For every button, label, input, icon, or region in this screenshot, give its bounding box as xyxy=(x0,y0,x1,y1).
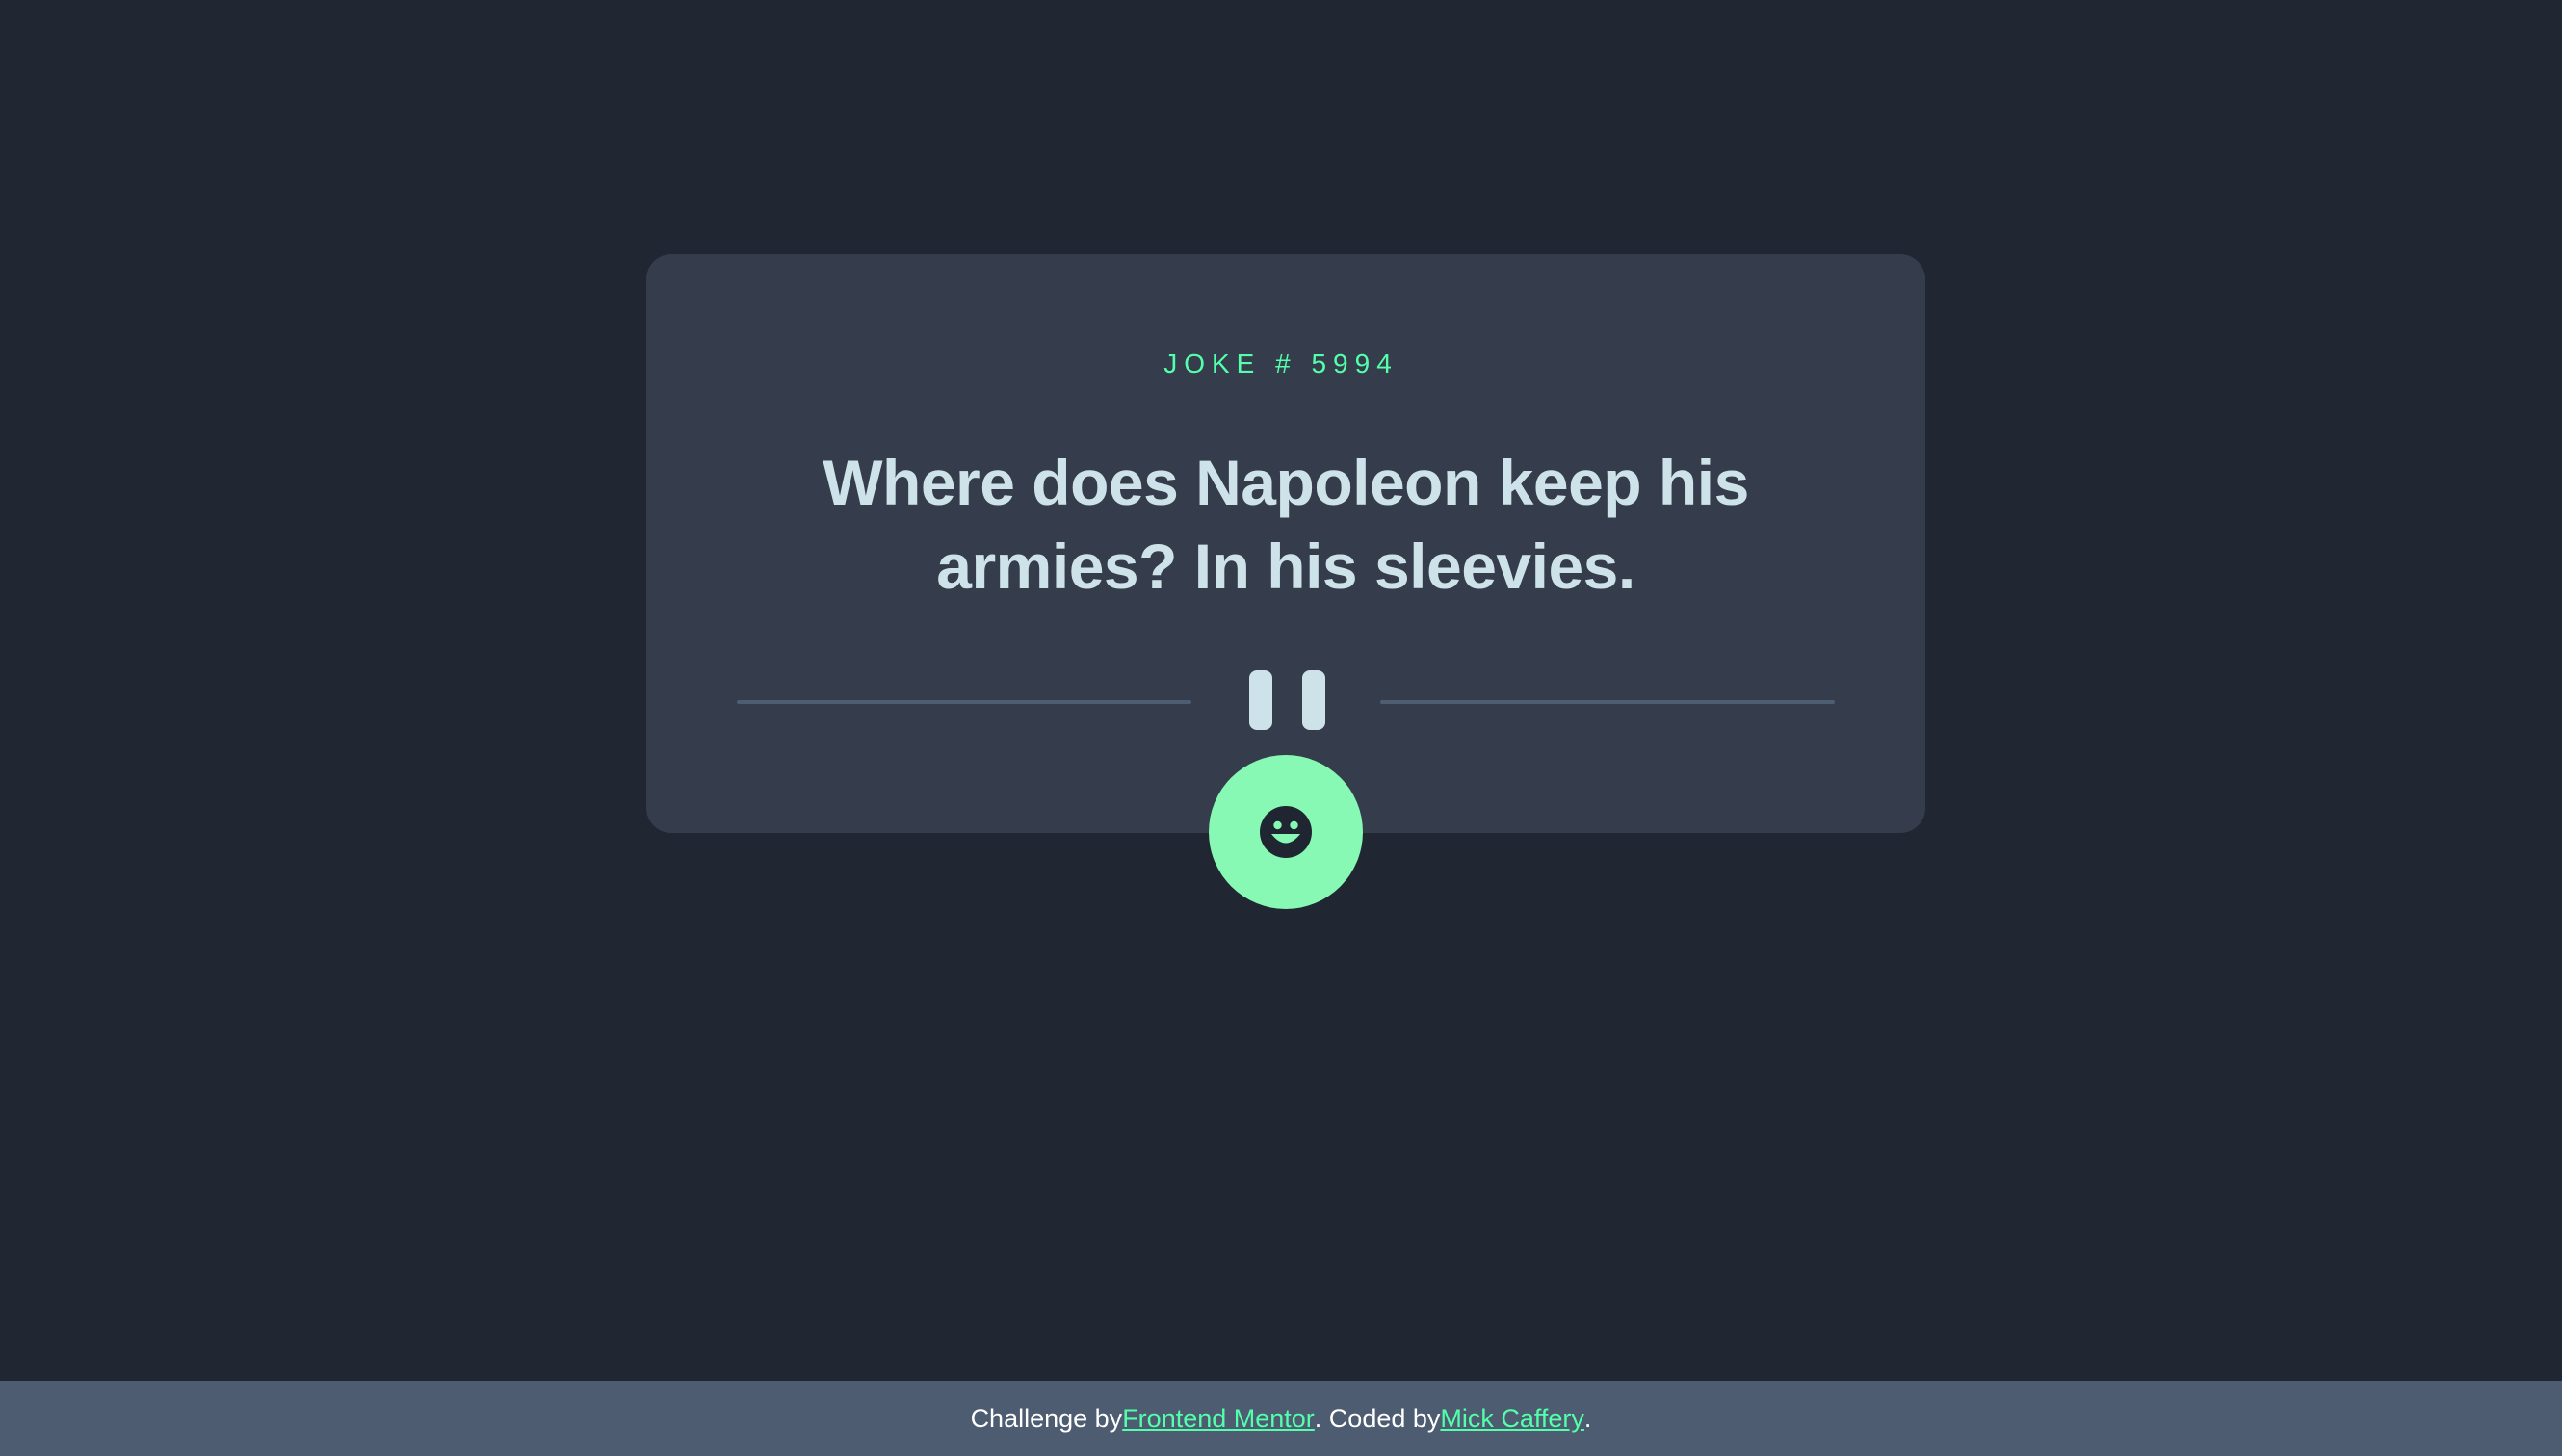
joke-text: Where does Napoleon keep his armies? In … xyxy=(823,447,1749,602)
footer-middle: . Coded by xyxy=(1314,1403,1441,1433)
divider-line-right xyxy=(1380,700,1835,704)
new-joke-button[interactable] xyxy=(1209,755,1363,909)
pause-icon xyxy=(1249,670,1326,730)
author-link[interactable]: Mick Caffery xyxy=(1440,1404,1584,1434)
page: JOKE # 5994 Where does Napoleon keep his… xyxy=(0,0,2562,1456)
footer: Challenge by Frontend Mentor . Coded by … xyxy=(0,1381,2562,1456)
footer-suffix: . xyxy=(1583,1403,1592,1433)
divider-line-left xyxy=(737,700,1191,704)
joke-number: JOKE # 5994 xyxy=(1163,349,1399,378)
pause-bar-right xyxy=(1302,670,1325,730)
pause-bar-left xyxy=(1249,670,1272,730)
footer-prefix: Challenge by xyxy=(970,1403,1123,1433)
frontend-mentor-link[interactable]: Frontend Mentor xyxy=(1122,1404,1315,1434)
smiley-face-icon xyxy=(1260,806,1312,858)
